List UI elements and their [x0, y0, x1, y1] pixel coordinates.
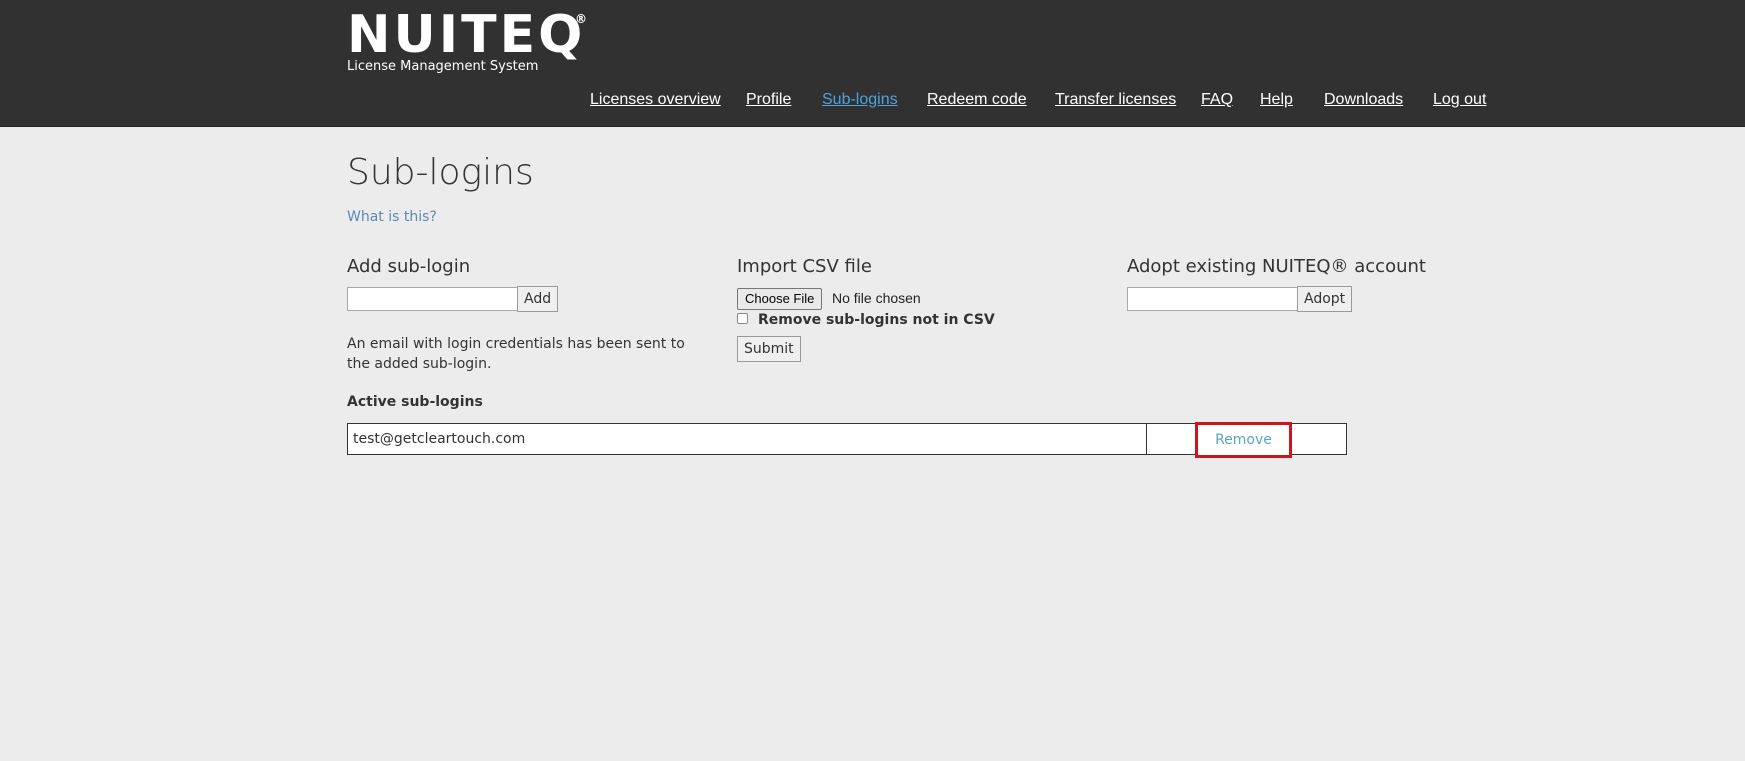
submit-button[interactable]: Submit — [737, 336, 801, 362]
add-sublogin-title: Add sub-login — [347, 256, 471, 277]
site-header: NUITEQ ® License Management System Licen… — [0, 0, 1745, 127]
nav-sub-logins[interactable]: Sub-logins — [822, 91, 898, 109]
file-status: No file chosen — [832, 290, 921, 306]
main-nav: Licenses overview Profile Sub-logins Red… — [590, 91, 1745, 113]
sublogin-added-message: An email with login credentials has been… — [347, 336, 685, 372]
remove-cell: Remove — [1146, 422, 1347, 458]
choose-file-button[interactable]: Choose File — [737, 288, 823, 310]
logo-wordmark: NUITEQ — [347, 5, 586, 65]
table-row: test@getcleartouch.com Remove — [347, 422, 1347, 458]
nav-transfer-licenses[interactable]: Transfer licenses — [1055, 91, 1176, 109]
adopt-account-title: Adopt existing NUITEQ® account — [1127, 256, 1426, 277]
adopt-button[interactable]: Adopt — [1297, 286, 1353, 312]
nav-faq[interactable]: FAQ — [1201, 91, 1233, 109]
remove-not-in-csv-checkbox[interactable] — [737, 313, 748, 324]
nav-profile[interactable]: Profile — [746, 91, 791, 109]
sublogin-email: test@getcleartouch.com — [347, 423, 1147, 455]
active-sublogins-label: Active sub-logins — [347, 394, 483, 410]
logo-subtitle: License Management System — [347, 59, 539, 74]
registered-mark: ® — [575, 12, 587, 26]
active-sublogins-table: test@getcleartouch.com Remove — [347, 422, 1347, 458]
nav-downloads[interactable]: Downloads — [1324, 91, 1403, 109]
add-sublogin-input[interactable] — [347, 287, 518, 311]
import-csv-title: Import CSV file — [737, 256, 872, 277]
add-button[interactable]: Add — [517, 286, 559, 312]
adopt-account-input[interactable] — [1127, 287, 1298, 311]
nav-licenses-overview[interactable]: Licenses overview — [590, 91, 721, 109]
remove-not-in-csv-label: Remove sub-logins not in CSV — [758, 312, 995, 328]
nav-log-out[interactable]: Log out — [1433, 91, 1486, 109]
what-is-this-link[interactable]: What is this? — [347, 209, 437, 225]
nav-redeem-code[interactable]: Redeem code — [927, 91, 1027, 109]
remove-button[interactable]: Remove — [1195, 422, 1292, 458]
nav-help[interactable]: Help — [1260, 91, 1293, 109]
nuiteq-logo[interactable]: NUITEQ ® License Management System — [347, 5, 587, 74]
page-title: Sub-logins — [347, 152, 534, 193]
